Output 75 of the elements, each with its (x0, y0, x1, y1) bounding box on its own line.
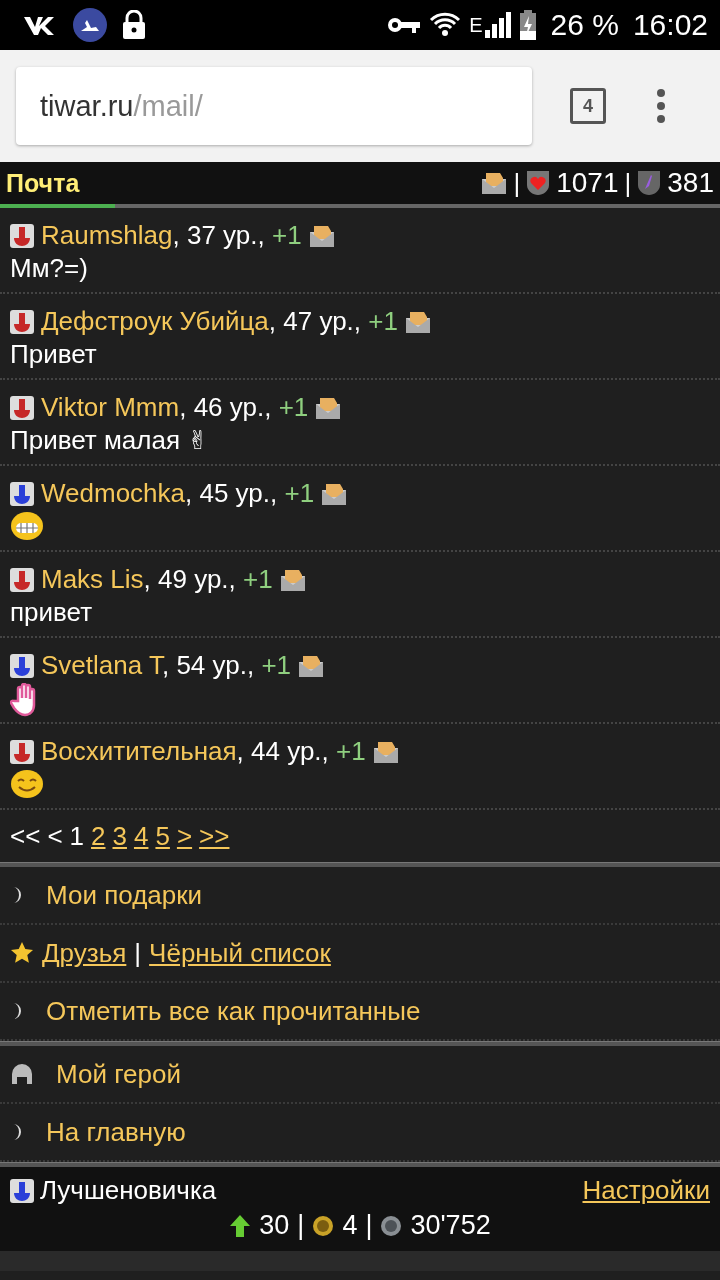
page-link[interactable]: 4 (133, 820, 149, 852)
currency-amount: 30'752 (410, 1210, 491, 1241)
sender-link[interactable]: Maks Lis (41, 564, 144, 594)
smiling-face-icon (10, 769, 44, 799)
page-nav-text: << (10, 820, 41, 852)
grinning-face-icon (10, 511, 44, 541)
separator: | (134, 937, 142, 969)
lock-icon (122, 10, 146, 40)
separator: | (624, 167, 632, 199)
page-title: Почта (6, 168, 80, 198)
energy-value: 381 (667, 167, 714, 199)
star-icon (10, 941, 34, 965)
battery-percent: 26 % (550, 8, 619, 42)
sender-link[interactable]: Wedmochka (41, 478, 186, 508)
menu-icon[interactable] (656, 88, 666, 124)
message-text: Привет (10, 339, 98, 370)
menu-link[interactable]: Мои подарки (46, 879, 203, 911)
envelope-icon[interactable] (308, 223, 335, 248)
wifi-icon (429, 11, 462, 39)
menu-link[interactable]: Мой герой (56, 1058, 181, 1090)
coin-icon (312, 1214, 335, 1237)
network-type: E (469, 14, 483, 37)
sender-link[interactable]: Svetlana T (41, 650, 162, 680)
message-header: Svetlana T, 54 ур., +1 (41, 650, 292, 681)
page-link[interactable]: 2 (91, 820, 106, 852)
sender-link[interactable]: Дефстроук Убийца (41, 306, 269, 336)
menu-link[interactable]: Отметить все как прочитанные (46, 995, 421, 1027)
page-nav-text: < (47, 820, 63, 852)
coin-icon (380, 1214, 403, 1237)
tab-count-button[interactable]: 4 (570, 88, 606, 124)
separator: | (297, 1210, 305, 1241)
message-header: Дефстроук Убийца, 47 ур., +1 (41, 306, 398, 337)
menu-link[interactable]: На главную (46, 1116, 186, 1148)
separator: | (513, 167, 521, 199)
message-text: Привет малая ✌ (10, 425, 210, 456)
page-link[interactable]: > (176, 820, 193, 852)
address-bar[interactable]: tiwar.ru/mail/ (16, 67, 532, 145)
battery-icon (518, 10, 537, 40)
avatar-icon (72, 7, 108, 43)
up-arrow-icon (229, 1213, 252, 1238)
page-link[interactable]: >> (199, 820, 230, 852)
envelope-icon[interactable] (279, 567, 306, 592)
envelope-icon[interactable] (372, 739, 399, 764)
page-link[interactable]: 5 (155, 820, 170, 852)
health-value: 1071 (556, 167, 619, 199)
level-value: 30 (259, 1210, 290, 1241)
separator: | (365, 1210, 373, 1241)
message-header: Raumshlag, 37 ур., +1 (41, 220, 302, 251)
envelope-icon[interactable] (404, 309, 431, 334)
envelope-icon[interactable] (321, 481, 348, 506)
sender-link[interactable]: Восхитительная (41, 736, 237, 766)
message-header: Восхитительная, 44 ур., +1 (41, 736, 366, 767)
message-text: Мм?=) (10, 253, 89, 284)
envelope-icon[interactable] (315, 395, 342, 420)
envelope-icon[interactable] (298, 653, 325, 678)
player-name: Лучшеновичка (40, 1175, 217, 1206)
message-text: привет (10, 597, 94, 628)
menu-link[interactable]: Друзья (42, 937, 127, 969)
message-header: Wedmochka, 45 ур., +1 (41, 478, 315, 509)
heart-shield-icon (526, 170, 551, 196)
coin-count: 4 (342, 1210, 358, 1241)
sender-link[interactable]: Raumshlag (41, 220, 173, 250)
envelope-icon[interactable] (481, 171, 508, 195)
page-link[interactable]: 3 (112, 820, 127, 852)
helmet-icon (10, 1063, 34, 1085)
menu-link[interactable]: Чёрный список (149, 937, 331, 969)
page-nav-text: 1 (69, 820, 85, 852)
clock: 16:02 (632, 8, 708, 42)
sender-link[interactable]: Viktor Mmm (41, 392, 180, 422)
message-header: Viktor Mmm, 46 ур., +1 (41, 392, 309, 423)
message-header: Maks Lis, 49 ур., +1 (41, 564, 273, 595)
key-icon (387, 16, 422, 34)
signal-icon (484, 12, 511, 38)
crystal-shield-icon (637, 170, 662, 196)
settings-link[interactable]: Настройки (582, 1175, 710, 1206)
